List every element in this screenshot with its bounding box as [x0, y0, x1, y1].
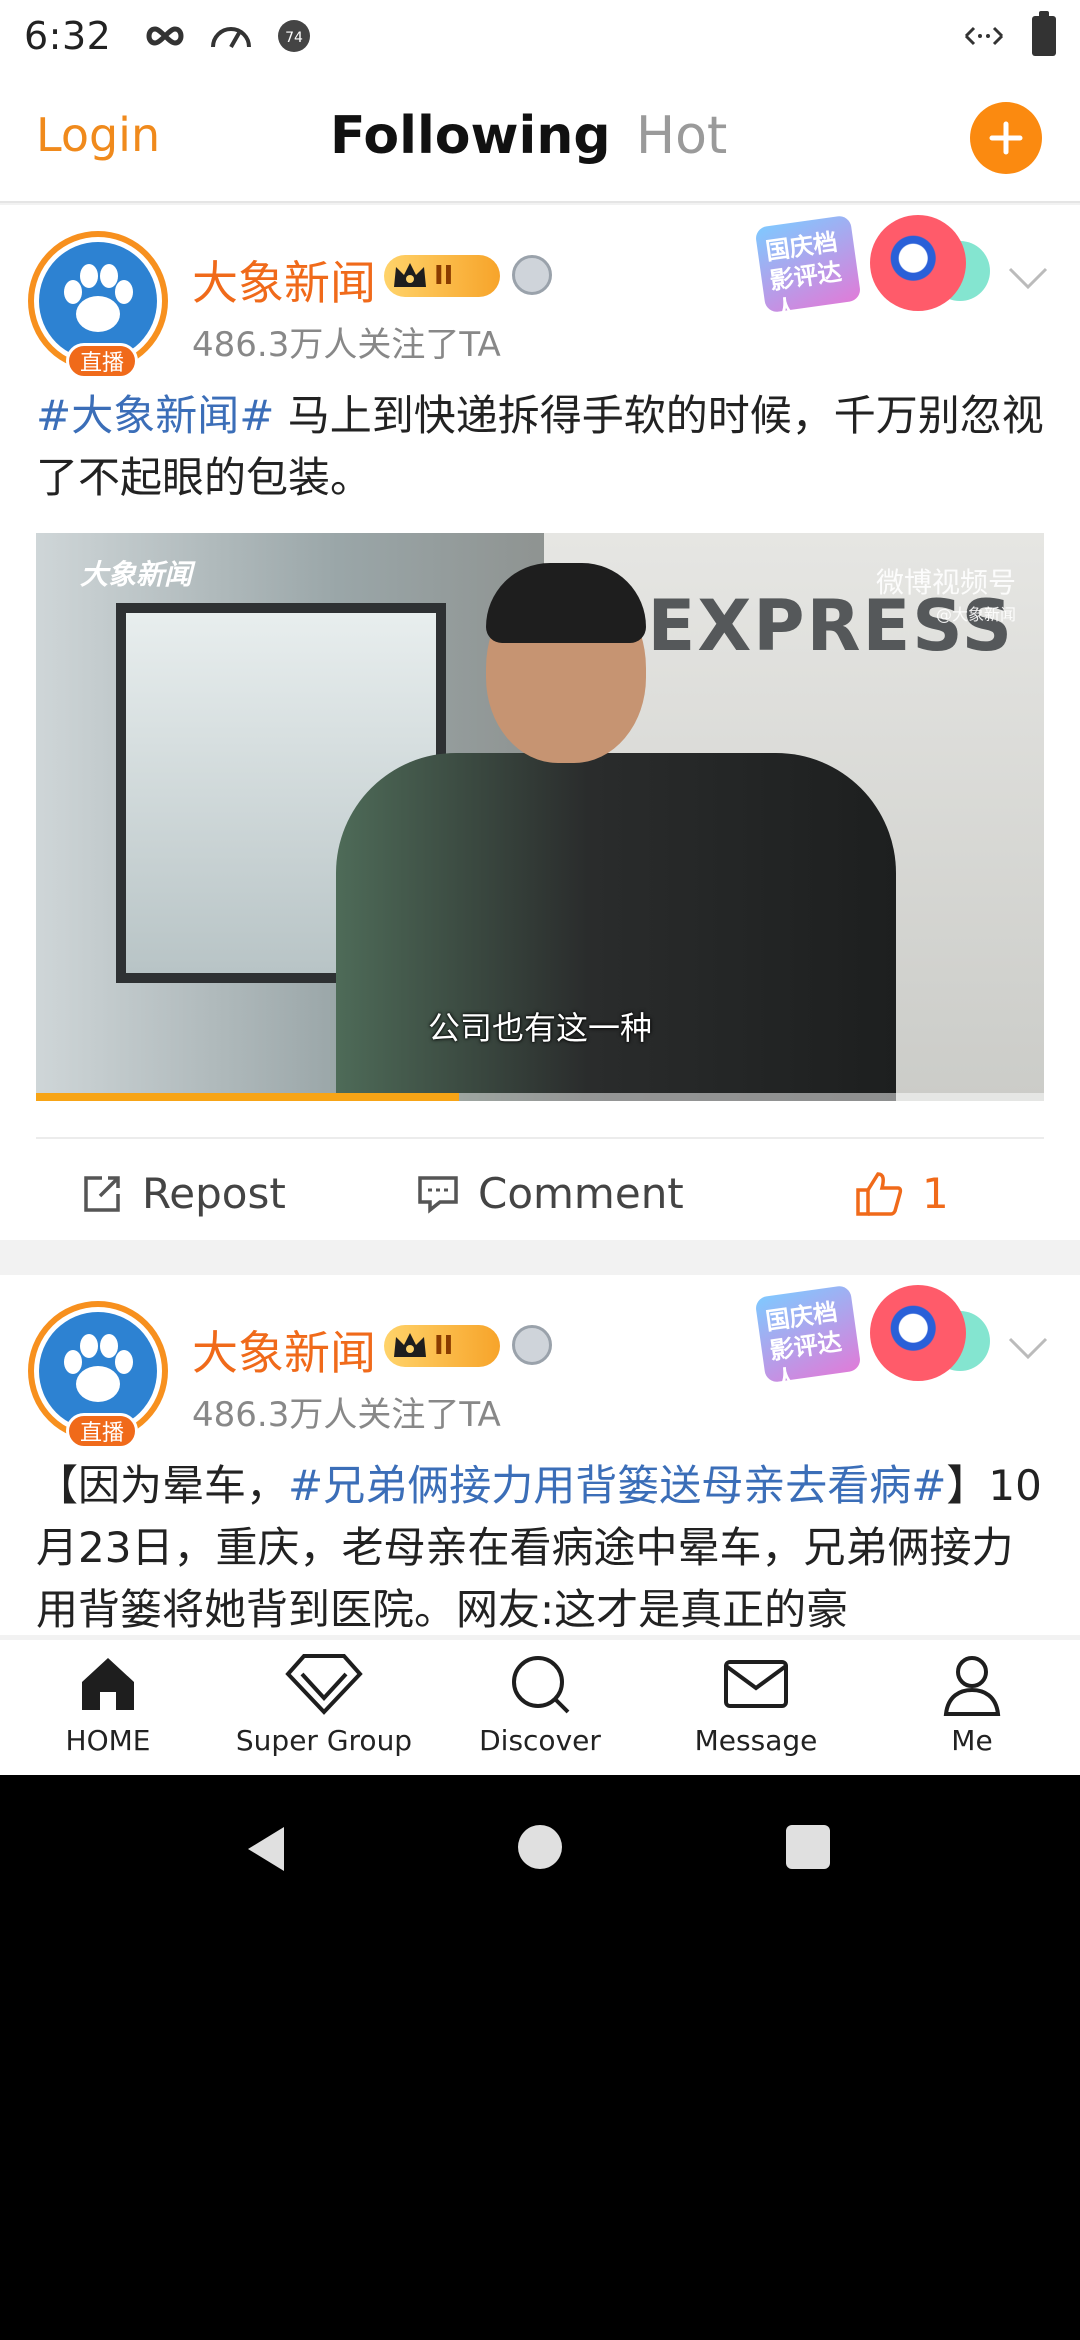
live-badge: 直播 [66, 1413, 138, 1449]
vip-level: II [434, 1331, 454, 1361]
nav-me-label: Me [951, 1724, 993, 1757]
medal-icon[interactable] [512, 1325, 552, 1365]
compose-button[interactable] [970, 102, 1042, 174]
chevron-down-icon[interactable] [1006, 265, 1050, 291]
event-badge-label: 国庆档影评达人 [754, 1284, 862, 1395]
like-count: 1 [922, 1169, 949, 1218]
video-progress-fill [36, 1093, 460, 1101]
diamond-icon [285, 1654, 363, 1715]
video-progress-bar[interactable] [36, 1093, 1044, 1101]
crown-icon [394, 263, 426, 287]
mascot-icon [870, 1285, 966, 1381]
like-button[interactable]: 1 [854, 1169, 949, 1218]
topic-link[interactable]: #大象新闻# [36, 391, 274, 440]
vip-badge[interactable]: II [384, 1325, 500, 1367]
video-player[interactable]: EXPRESS 大象新闻 微博视频号 @大象新闻 公司也有这一种 [36, 533, 1044, 1101]
medal-icon[interactable] [512, 255, 552, 295]
app-screen: 6:32 74 Login Following Hot 直播 大象新闻 II 4… [0, 0, 1080, 1775]
mascot-icon [870, 215, 966, 311]
repost-icon [84, 1175, 120, 1212]
crown-icon [394, 1333, 426, 1357]
comment-label: Comment [478, 1169, 684, 1218]
recents-square-icon[interactable] [786, 1825, 830, 1869]
follower-count: 486.3万人关注了TA [192, 1395, 501, 1435]
feed-post[interactable]: 直播 大象新闻 II 486.3万人关注了TA 国庆档影评达人 【因为晕车，#兄… [0, 1275, 1080, 1635]
data-transfer-icon [964, 26, 1004, 46]
video-subtitle: 公司也有这一种 [427, 1009, 652, 1047]
battery-icon [1032, 11, 1056, 56]
system-navigation-bar [0, 1775, 1080, 1920]
vip-level: II [434, 261, 454, 291]
tab-following[interactable]: Following [326, 106, 615, 176]
svg-text:74: 74 [285, 30, 303, 46]
tab-hot[interactable]: Hot [636, 106, 727, 166]
post-text: 【因为晕车，#兄弟俩接力用背篓送母亲去看病#】10月23日，重庆，老母亲在看病途… [36, 1455, 1046, 1635]
nav-home-label: HOME [65, 1724, 151, 1757]
home-icon [82, 1658, 134, 1710]
plus-icon [989, 121, 1023, 155]
nav-message-label: Message [694, 1724, 818, 1757]
infinity-icon [146, 26, 184, 46]
repost-button[interactable]: Repost [80, 1169, 286, 1218]
login-link[interactable]: Login [36, 108, 160, 162]
nav-home[interactable]: HOME [0, 1640, 216, 1775]
watermark-sub: @大象新闻 [935, 605, 1016, 624]
speedometer-icon [211, 27, 252, 48]
weibo-video-watermark: 微博视频号 @大象新闻 [876, 561, 1016, 625]
chevron-down-icon[interactable] [1006, 1335, 1050, 1361]
author-avatar[interactable]: 直播 [28, 1301, 168, 1449]
bottom-navigation: HOME Super Group Discover Message Me [0, 1640, 1080, 1775]
tab-following-label: Following [330, 106, 611, 166]
author-name[interactable]: 大象新闻 [192, 247, 376, 313]
follower-count: 486.3万人关注了TA [192, 325, 501, 365]
feed-post[interactable]: 直播 大象新闻 II 486.3万人关注了TA 国庆档影评达人 #大象新闻# 马… [0, 205, 1080, 1240]
topic-link[interactable]: #兄弟俩接力用背篓送母亲去看病# [288, 1461, 946, 1510]
watermark-text: 微博视频号 [875, 566, 1016, 599]
person-icon [943, 1656, 1001, 1716]
notification-count-icon: 74 [278, 20, 311, 52]
event-badge[interactable]: 国庆档影评达人 [754, 211, 1000, 325]
status-time: 6:32 [24, 14, 112, 58]
comment-icon [418, 1175, 458, 1214]
nav-me[interactable]: Me [864, 1640, 1080, 1775]
nav-discover-label: Discover [479, 1724, 601, 1757]
repost-label: Repost [142, 1169, 286, 1218]
paw-icon [64, 264, 133, 332]
post-text: #大象新闻# 马上到快递拆得手软的时候，千万别忽视了不起眼的包装。 [36, 385, 1046, 509]
search-icon [512, 1656, 570, 1714]
status-bar: 6:32 74 [0, 0, 1080, 72]
nav-super-group-label: Super Group [235, 1724, 413, 1757]
mail-icon [724, 1660, 788, 1708]
post-actions: Repost Comment 1 [36, 1137, 1044, 1237]
video-source-logo: 大象新闻 [80, 558, 193, 591]
status-right [962, 11, 1056, 56]
comment-button[interactable]: Comment [416, 1169, 684, 1218]
nav-super-group[interactable]: Super Group [216, 1640, 432, 1775]
thumbs-up-icon [856, 1171, 903, 1216]
event-badge-label: 国庆档影评达人 [754, 214, 862, 325]
back-icon[interactable] [244, 1825, 288, 1873]
nav-message[interactable]: Message [648, 1640, 864, 1775]
home-circle-icon[interactable] [518, 1825, 562, 1869]
paw-icon [64, 1334, 133, 1402]
status-icons: 74 [145, 19, 311, 53]
post-body-prefix: 【因为晕车， [36, 1461, 289, 1510]
event-badge[interactable]: 国庆档影评达人 [754, 1281, 1000, 1395]
nav-discover[interactable]: Discover [432, 1640, 648, 1775]
author-name[interactable]: 大象新闻 [192, 1317, 376, 1383]
top-navigation: Login Following Hot [0, 72, 1080, 203]
vip-badge[interactable]: II [384, 255, 500, 297]
live-badge: 直播 [66, 343, 138, 379]
author-avatar[interactable]: 直播 [28, 231, 168, 379]
